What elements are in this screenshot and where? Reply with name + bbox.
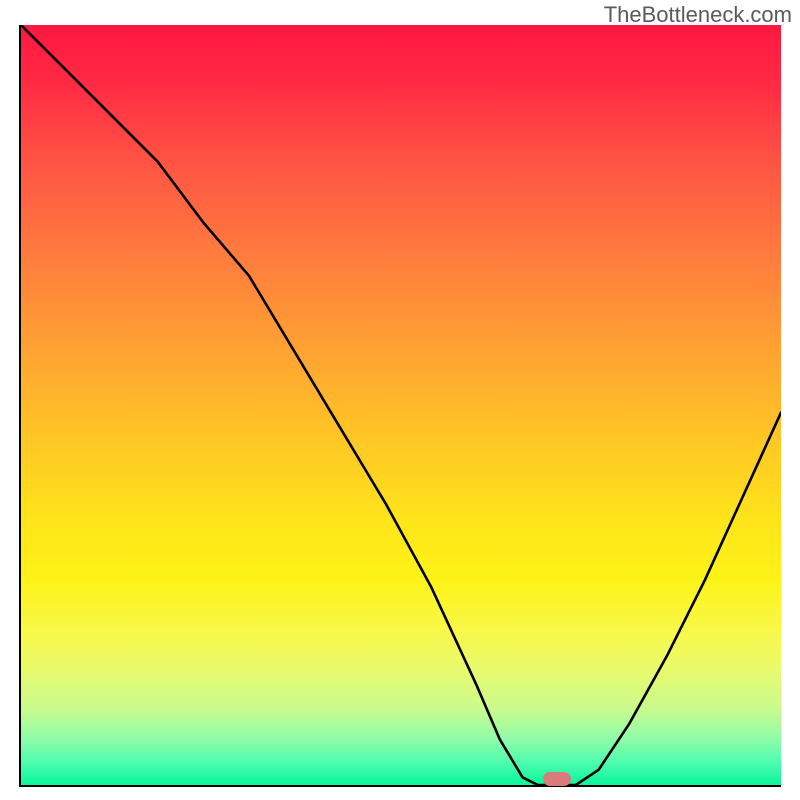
watermark-text: TheBottleneck.com: [604, 2, 792, 28]
bottleneck-curve: [21, 25, 781, 785]
chart-plot-area: [21, 25, 781, 785]
x-axis-line: [21, 785, 781, 787]
chart-container: TheBottleneck.com: [0, 0, 800, 800]
optimal-marker: [543, 772, 571, 786]
